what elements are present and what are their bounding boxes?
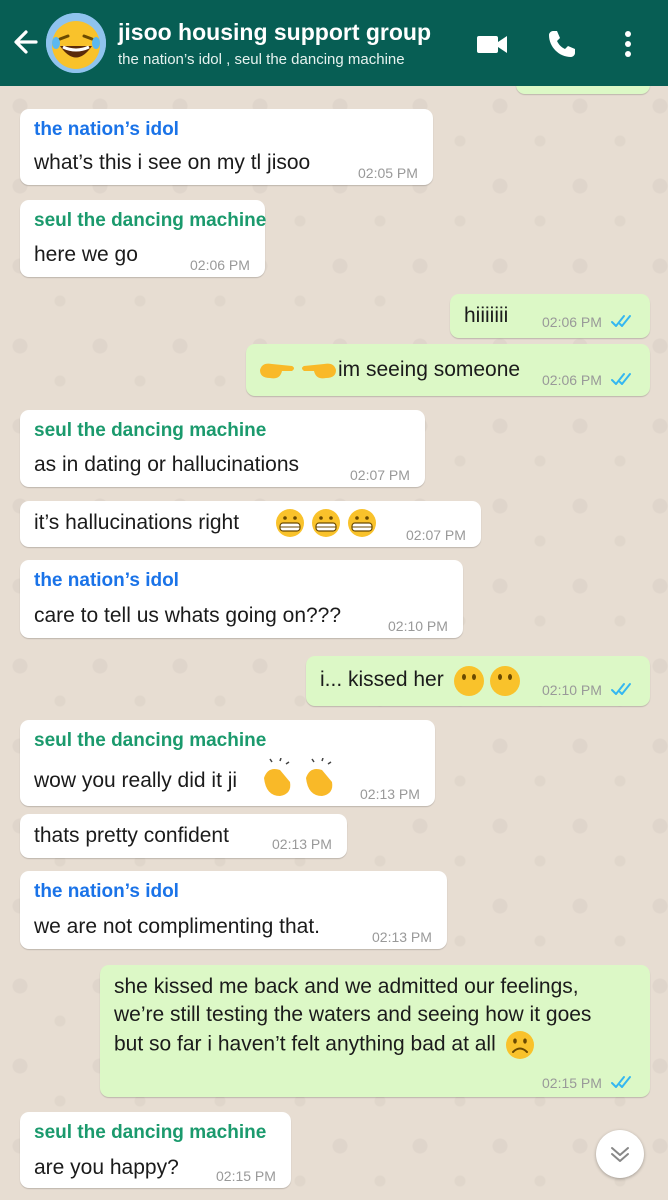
back-button[interactable] — [8, 22, 42, 62]
sender-name: the nation’s idol — [34, 119, 179, 140]
scroll-to-bottom-button[interactable] — [596, 1130, 644, 1178]
group-members[interactable]: the nation’s idol , seul the dancing mac… — [118, 51, 405, 68]
message-time: 02:10 PM — [388, 618, 448, 634]
phone-icon — [549, 31, 575, 57]
message-time: 02:06 PM — [542, 314, 602, 330]
read-receipt-icon — [611, 1076, 631, 1088]
sender-name: seul the dancing machine — [34, 210, 267, 231]
sender-name: seul the dancing machine — [34, 420, 267, 441]
read-receipt-icon — [611, 683, 631, 695]
sender-name: seul the dancing machine — [34, 1122, 267, 1143]
group-title[interactable]: jisoo housing support group — [118, 19, 431, 46]
message-time: 02:06 PM — [190, 257, 250, 273]
voice-call-button[interactable] — [544, 26, 580, 62]
message-text: im seeing someone — [338, 358, 521, 381]
message-bubble-incoming[interactable]: seul the dancing machine are you happy? … — [20, 1112, 291, 1188]
message-bubble-incoming[interactable]: it’s hallucinations right 02:07 PM — [20, 501, 481, 547]
message-bubble-incoming[interactable]: the nation’s idol what’s this i see on m… — [20, 109, 433, 185]
message-list[interactable]: the nation’s idol what’s this i see on m… — [0, 86, 668, 1200]
message-text: what’s this i see on my tl jisoo — [34, 151, 311, 174]
message-time: 02:07 PM — [350, 467, 410, 483]
pointing-hands-emoji — [260, 363, 336, 379]
message-text: here we go — [34, 243, 138, 266]
message-bubble-outgoing[interactable]: im seeing someone 02:06 PM — [246, 344, 650, 396]
message-text: she kissed me back and we admitted our f… — [114, 973, 594, 1061]
chat-header: jisoo housing support group the nation’s… — [0, 0, 668, 86]
read-receipt-icon — [611, 373, 631, 385]
message-bubble-incoming[interactable]: seul the dancing machine wow you really … — [20, 720, 435, 806]
message-bubble-incoming[interactable]: thats pretty confident 02:13 PM — [20, 814, 347, 858]
message-bubble-partial — [516, 86, 650, 94]
group-avatar[interactable] — [46, 13, 106, 73]
message-bubble-incoming[interactable]: the nation’s idol care to tell us whats … — [20, 560, 463, 638]
message-bubble-incoming[interactable]: the nation’s idol we are not complimenti… — [20, 871, 447, 949]
message-text: are you happy? — [34, 1156, 179, 1179]
video-call-icon — [477, 36, 507, 53]
no-mouth-emoji — [454, 666, 520, 696]
clapping-hands-emoji — [264, 758, 333, 796]
message-time: 02:13 PM — [272, 836, 332, 852]
sender-name: the nation’s idol — [34, 570, 179, 591]
more-vertical-icon — [625, 31, 631, 57]
message-time: 02:15 PM — [542, 1075, 602, 1091]
message-time: 02:13 PM — [372, 929, 432, 945]
laughing-emoji-avatar — [46, 13, 106, 73]
message-text: thats pretty confident — [34, 824, 229, 847]
grimacing-emoji — [276, 509, 376, 537]
message-text: i... kissed her — [320, 668, 444, 691]
back-arrow-icon — [14, 30, 38, 54]
sender-name: the nation’s idol — [34, 881, 179, 902]
message-text: hiiiiiii — [464, 304, 509, 327]
message-time: 02:13 PM — [360, 786, 420, 802]
message-time: 02:06 PM — [542, 372, 602, 388]
message-time: 02:05 PM — [358, 165, 418, 181]
read-receipt-icon — [611, 315, 631, 327]
menu-button[interactable] — [616, 26, 640, 62]
message-time: 02:15 PM — [216, 1168, 276, 1184]
frowning-face-emoji — [505, 1031, 534, 1059]
message-bubble-incoming[interactable]: seul the dancing machine here we go 02:0… — [20, 200, 267, 277]
message-text: it’s hallucinations right — [34, 511, 240, 534]
message-bubble-outgoing[interactable]: i... kissed her 02:10 PM — [306, 656, 650, 706]
sender-name: seul the dancing machine — [34, 730, 267, 751]
message-text: wow you really did it ji — [34, 769, 238, 792]
message-text: care to tell us whats going on??? — [34, 604, 342, 627]
double-chevron-down-icon — [611, 1147, 629, 1162]
message-bubble-outgoing[interactable]: hiiiiiii 02:06 PM — [450, 294, 650, 338]
message-time: 02:07 PM — [406, 527, 466, 543]
message-bubble-incoming[interactable]: seul the dancing machine as in dating or… — [20, 410, 425, 487]
message-text: as in dating or hallucinations — [34, 453, 300, 476]
message-time: 02:10 PM — [542, 682, 602, 698]
message-bubble-outgoing[interactable]: she kissed me back and we admitted our f… — [100, 965, 650, 1097]
message-text: we are not complimenting that. — [34, 915, 320, 938]
video-call-button[interactable] — [474, 26, 510, 62]
